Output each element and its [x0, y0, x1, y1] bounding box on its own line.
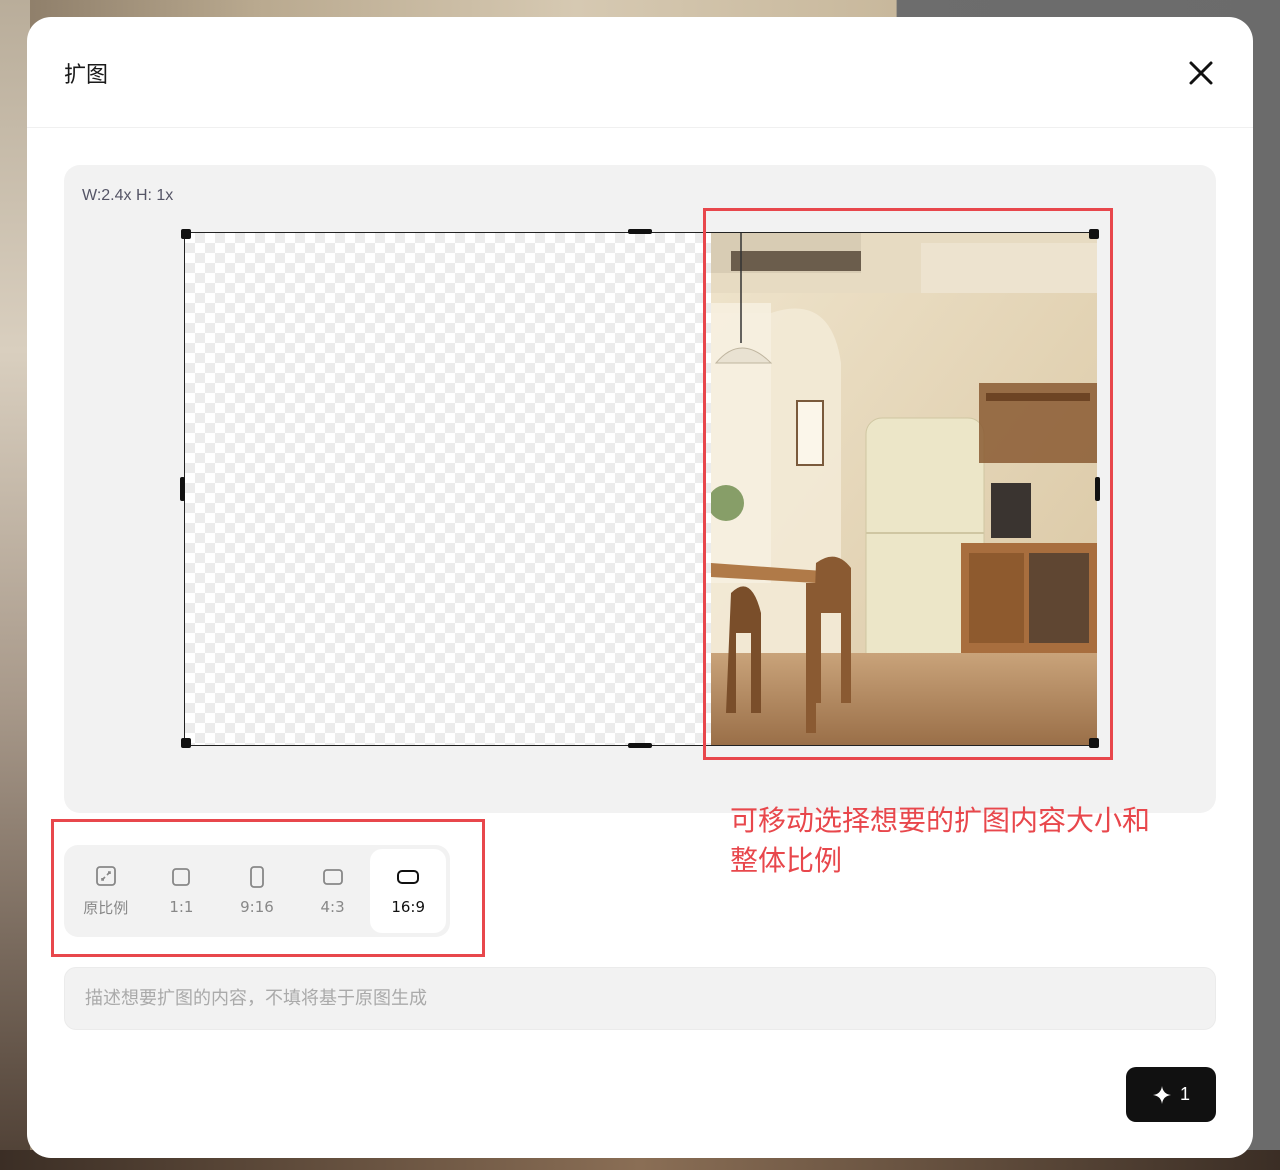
- annotation-text: 可移动选择想要的扩图内容大小和整体比例: [730, 804, 1151, 877]
- scale-readout: W:2.4x H: 1x: [82, 187, 174, 204]
- crop-handle-bottom-center[interactable]: [628, 743, 652, 748]
- generate-button[interactable]: 1: [1126, 1067, 1216, 1122]
- ratio-label: 9:16: [240, 898, 274, 916]
- aspect-ratio-selector: 原比例 1:1 9:16 4:3 16:9: [64, 845, 450, 937]
- background-image-left: [0, 0, 30, 1170]
- landscape-icon: [322, 869, 343, 885]
- ratio-1-1-button[interactable]: 1:1: [144, 849, 220, 933]
- outpaint-modal: 扩图 W:2.4x H: 1x 可移动选择想要的扩图内容大小和整体比例 原比例 …: [27, 17, 1253, 1158]
- generate-count: 1: [1179, 1084, 1190, 1104]
- sparkle-icon: [1152, 1085, 1171, 1104]
- crop-handle-top-center[interactable]: [628, 229, 652, 234]
- ratio-label: 16:9: [391, 898, 426, 916]
- close-button[interactable]: [1185, 57, 1217, 89]
- original-ratio-icon: [95, 865, 116, 886]
- ratio-16-9-button[interactable]: 16:9: [370, 849, 446, 933]
- crop-handle-bottom-left[interactable]: [181, 738, 191, 748]
- ratio-original-button[interactable]: 原比例: [68, 849, 144, 933]
- wide-landscape-icon: [397, 870, 420, 884]
- square-icon: [172, 868, 191, 886]
- close-icon: [1189, 61, 1213, 85]
- modal-header: 扩图: [27, 17, 1253, 128]
- prompt-input[interactable]: [64, 967, 1216, 1030]
- crop-handle-top-left[interactable]: [181, 229, 191, 239]
- ratio-label: 1:1: [169, 898, 194, 916]
- annotation-box-image: [703, 208, 1113, 760]
- ratio-9-16-button[interactable]: 9:16: [219, 849, 295, 933]
- crop-handle-middle-left[interactable]: [180, 477, 185, 501]
- ratio-label: 4:3: [320, 898, 345, 916]
- modal-title: 扩图: [64, 63, 109, 88]
- portrait-icon: [250, 866, 264, 888]
- ratio-4-3-button[interactable]: 4:3: [295, 849, 371, 933]
- ratio-label: 原比例: [83, 898, 129, 917]
